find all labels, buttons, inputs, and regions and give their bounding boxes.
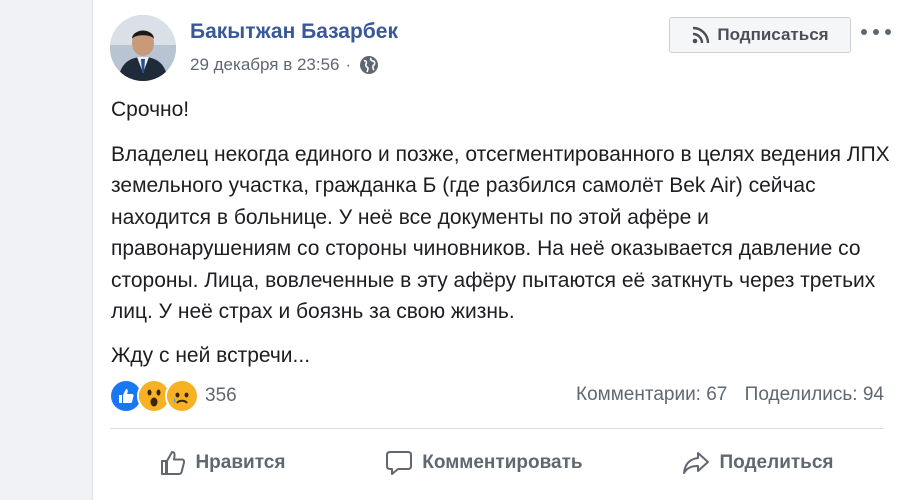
reactions-summary[interactable]: 356 xyxy=(109,379,237,413)
share-button[interactable]: Поделиться xyxy=(671,443,843,483)
post-actions: Нравится Комментировать Поделиться xyxy=(110,430,883,496)
like-button[interactable]: Нравится xyxy=(149,443,295,483)
post-stats: Комментарии: 67 Поделились: 94 xyxy=(576,384,884,406)
meta-separator: · xyxy=(345,55,352,74)
post-timestamp[interactable]: 29 декабря в 23:56 xyxy=(190,55,340,75)
actions-divider xyxy=(110,428,883,429)
post-text: Срочно! Владелец некогда единого и позже… xyxy=(111,94,891,371)
author-avatar[interactable] xyxy=(110,15,176,81)
post-paragraph: Владелец некогда единого и позже, отсегм… xyxy=(111,142,890,324)
post-card: Бакытжан Базарбек 29 декабря в 23:56 · П… xyxy=(92,0,900,500)
comment-icon xyxy=(386,451,413,475)
globe-icon[interactable] xyxy=(359,55,379,75)
comment-label: Комментировать xyxy=(422,452,583,473)
subscribe-label: Подписаться xyxy=(717,25,829,44)
post-meta: 29 декабря в 23:56 · xyxy=(190,55,379,75)
share-label: Поделиться xyxy=(719,452,834,473)
comments-count-link[interactable]: Комментарии: 67 xyxy=(576,384,727,405)
rss-icon xyxy=(693,26,710,44)
share-arrow-icon xyxy=(683,452,710,474)
reaction-count: 356 xyxy=(205,385,237,406)
sad-reaction-icon xyxy=(165,379,199,413)
shares-count-link[interactable]: Поделились: 94 xyxy=(745,384,884,405)
thumbs-up-icon xyxy=(161,451,186,475)
comment-button[interactable]: Комментировать xyxy=(374,443,592,483)
subscribe-button[interactable]: Подписаться xyxy=(669,17,851,53)
more-options-icon[interactable] xyxy=(861,22,891,42)
post-paragraph: Жду с ней встречи... xyxy=(111,343,311,367)
like-label: Нравится xyxy=(195,452,286,473)
author-name[interactable]: Бакытжан Базарбек xyxy=(190,20,398,44)
post-paragraph: Срочно! xyxy=(111,98,190,121)
